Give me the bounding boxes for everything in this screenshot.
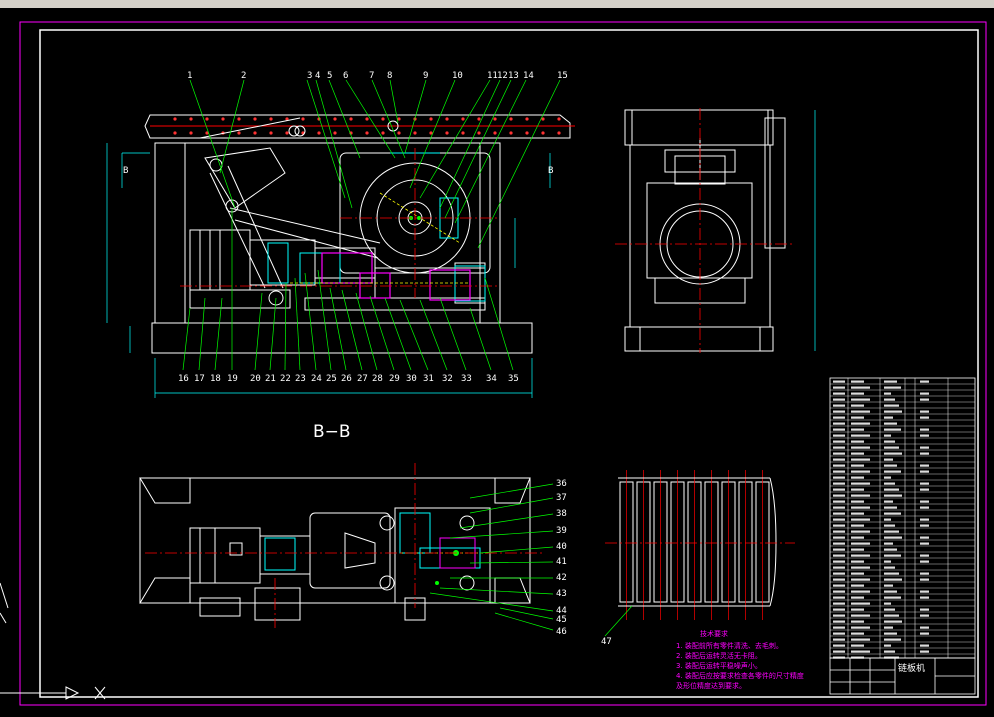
- balloon-10: 10: [452, 71, 463, 81]
- balloon-2: 2: [241, 71, 246, 81]
- note-line-1: 1. 装配前所有零件清洗、去毛刺。: [676, 641, 783, 650]
- svg-text:B: B: [548, 166, 553, 176]
- balloon-17: 17: [194, 374, 205, 384]
- balloon-1: 1: [187, 71, 192, 81]
- balloon-41: 41: [556, 557, 567, 567]
- balloon-16: 16: [178, 374, 189, 384]
- balloon-23: 23: [295, 374, 306, 384]
- balloon-46: 46: [556, 627, 567, 637]
- section-label: B−B: [313, 422, 351, 442]
- balloon-13: 13: [508, 71, 519, 81]
- balloon-34: 34: [486, 374, 497, 384]
- balloon-45: 45: [556, 615, 567, 625]
- balloon-38: 38: [556, 509, 567, 519]
- balloon-32: 32: [442, 374, 453, 384]
- balloon-42: 42: [556, 573, 567, 583]
- balloon-21: 21: [265, 374, 276, 384]
- balloon-14: 14: [523, 71, 534, 81]
- balloon-30: 30: [406, 374, 417, 384]
- balloon-43: 43: [556, 589, 567, 599]
- cad-drawing: B B B−B 链板机 技术要求 1. 装配前所有零件清洗、去毛刺。 2. 装配…: [0, 8, 994, 717]
- balloon-15: 15: [557, 71, 568, 81]
- svg-text:B: B: [123, 166, 128, 176]
- balloon-33: 33: [461, 374, 472, 384]
- balloon-37: 37: [556, 493, 567, 503]
- balloon-27: 27: [357, 374, 368, 384]
- balloon-29: 29: [389, 374, 400, 384]
- balloon-20: 20: [250, 374, 261, 384]
- title-block-name: 链板机: [898, 662, 925, 674]
- balloon-31: 31: [423, 374, 434, 384]
- balloon-39: 39: [556, 526, 567, 536]
- balloon-36: 36: [556, 479, 567, 489]
- balloon-25: 25: [326, 374, 337, 384]
- notes-heading: 技术要求: [700, 629, 728, 638]
- note-line-4: 4. 装配后应按要求检查各零件的尺寸精度: [676, 671, 804, 680]
- balloon-5: 5: [327, 71, 332, 81]
- balloon-4: 4: [315, 71, 320, 81]
- balloon-47: 47: [601, 637, 612, 647]
- balloon-12: 12: [497, 71, 508, 81]
- balloon-28: 28: [372, 374, 383, 384]
- balloon-40: 40: [556, 542, 567, 552]
- balloon-26: 26: [341, 374, 352, 384]
- balloon-24: 24: [311, 374, 322, 384]
- balloon-35: 35: [508, 374, 519, 384]
- balloon-19: 19: [227, 374, 238, 384]
- balloon-18: 18: [210, 374, 221, 384]
- balloon-6: 6: [343, 71, 348, 81]
- note-line-3: 3. 装配后运转平稳噪声小。: [676, 661, 762, 670]
- balloon-7: 7: [369, 71, 374, 81]
- balloon-22: 22: [280, 374, 291, 384]
- note-line-5: 及形位精度达到要求。: [676, 681, 746, 690]
- balloon-3: 3: [307, 71, 312, 81]
- balloon-9: 9: [423, 71, 428, 81]
- balloon-8: 8: [387, 71, 392, 81]
- note-line-2: 2. 装配后运转灵活无卡阻。: [676, 651, 762, 660]
